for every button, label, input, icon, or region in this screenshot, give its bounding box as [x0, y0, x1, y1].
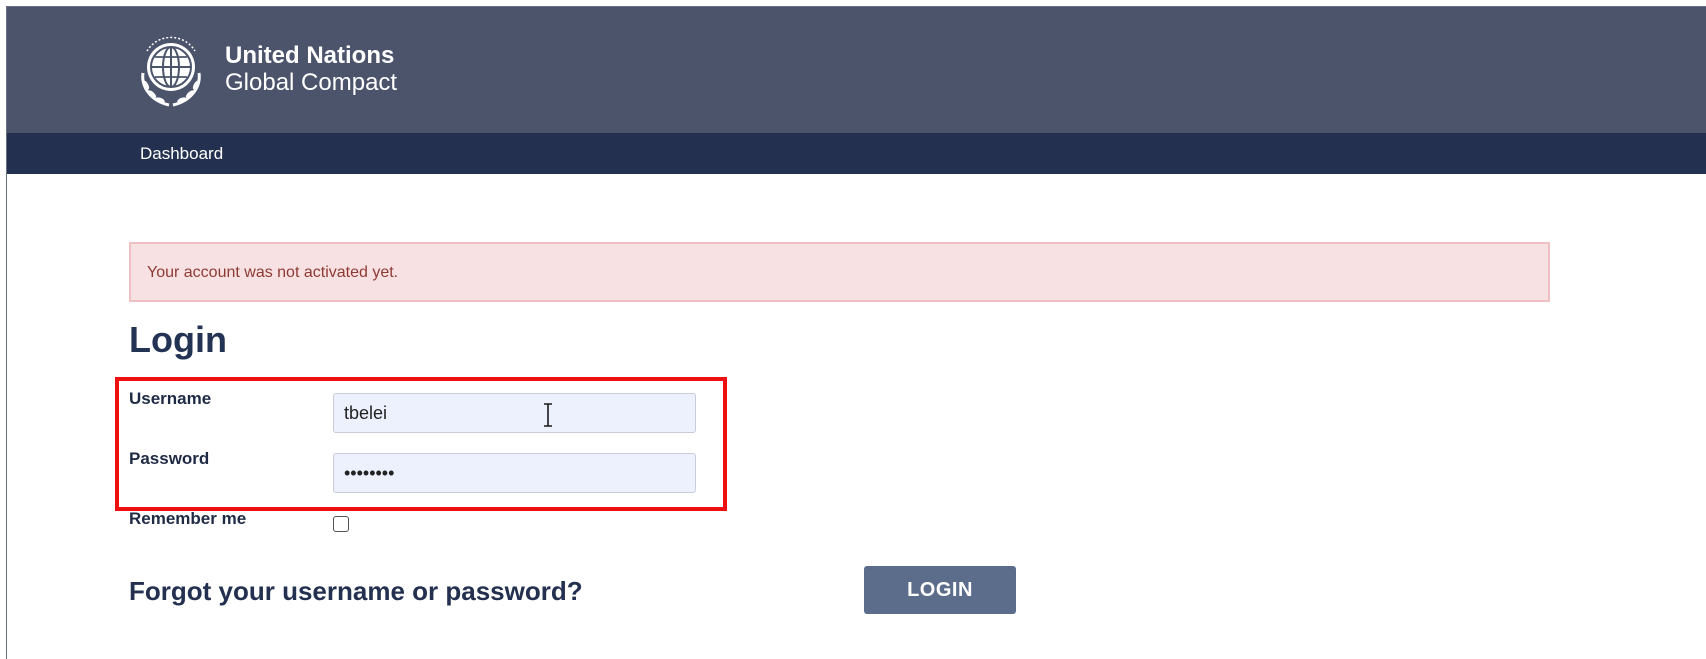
- forgot-credentials-link[interactable]: Forgot your username or password?: [129, 576, 583, 606]
- main-navigation: Dashboard: [7, 133, 1706, 174]
- login-button[interactable]: LOGIN: [864, 566, 1016, 614]
- brand-title: United Nations: [225, 42, 395, 69]
- password-label: Password: [129, 449, 210, 468]
- remember-me-checkbox[interactable]: [333, 516, 349, 532]
- site-header: United Nations Global Compact: [7, 7, 1706, 133]
- remember-me-label: Remember me: [129, 509, 247, 528]
- error-alert: Your account was not activated yet.: [129, 242, 1550, 302]
- alert-message: Your account was not activated yet.: [147, 264, 399, 281]
- text-cursor-icon: [544, 403, 552, 427]
- browser-page: United Nations Global Compact Dashboard …: [6, 6, 1706, 659]
- username-label: Username: [129, 389, 212, 408]
- username-input[interactable]: [333, 393, 696, 433]
- un-global-compact-logo-icon: [141, 36, 201, 107]
- nav-item-dashboard[interactable]: Dashboard: [140, 144, 223, 164]
- page-title: Login: [129, 319, 227, 360]
- password-input[interactable]: [333, 453, 696, 493]
- brand-subtitle: Global Compact: [225, 69, 398, 96]
